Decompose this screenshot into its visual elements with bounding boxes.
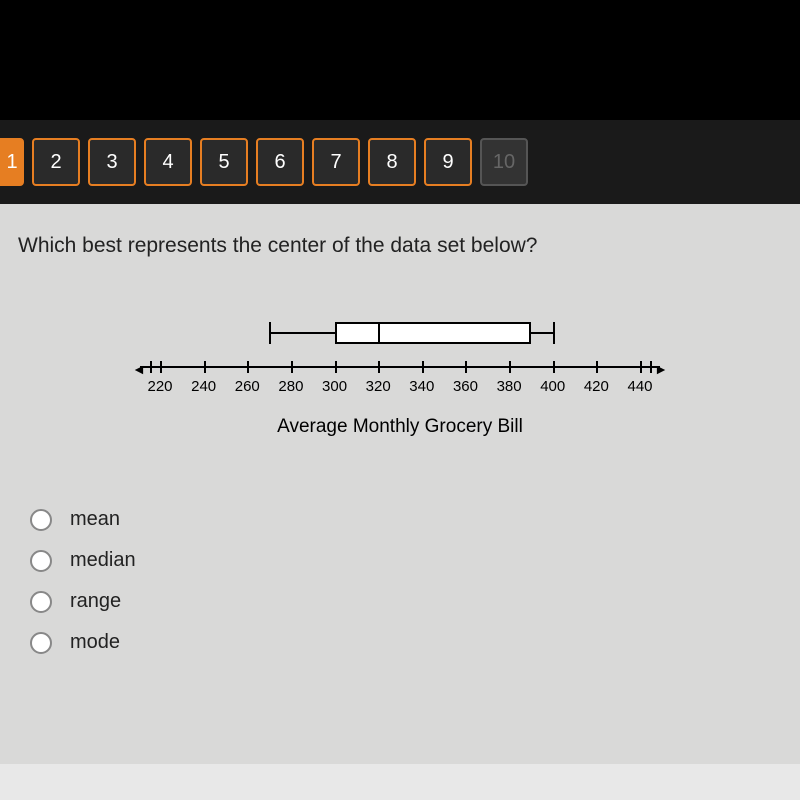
nav-item-7[interactable]: 7: [312, 138, 360, 186]
option-label: median: [70, 549, 136, 572]
nav-item-8[interactable]: 8: [368, 138, 416, 186]
chart-area: ◄ ► 220240260280300320340360380400420440…: [10, 308, 790, 438]
nav-item-1[interactable]: 1: [0, 138, 24, 186]
chart-title: Average Monthly Grocery Bill: [140, 416, 660, 438]
axis: ◄ ► 220240260280300320340360380400420440: [160, 366, 640, 406]
arrow-left-icon: ◄: [132, 361, 146, 377]
option-mode[interactable]: mode: [30, 631, 790, 654]
option-label: mode: [70, 631, 120, 654]
nav-item-5[interactable]: 5: [200, 138, 248, 186]
answer-options: mean median range mode: [10, 508, 790, 654]
option-label: mean: [70, 508, 120, 531]
nav-item-9[interactable]: 9: [424, 138, 472, 186]
nav-item-2[interactable]: 2: [32, 138, 80, 186]
boxplot: [160, 308, 640, 358]
content-area: Which best represents the center of the …: [0, 204, 800, 764]
option-median[interactable]: median: [30, 549, 790, 572]
question-nav: 1 2 3 4 5 6 7 8 9 10: [0, 120, 800, 204]
nav-item-6[interactable]: 6: [256, 138, 304, 186]
radio-icon: [30, 632, 52, 654]
nav-item-3[interactable]: 3: [88, 138, 136, 186]
radio-icon: [30, 509, 52, 531]
option-label: range: [70, 590, 121, 613]
option-mean[interactable]: mean: [30, 508, 790, 531]
nav-item-4[interactable]: 4: [144, 138, 192, 186]
top-black-bar: [0, 0, 800, 120]
radio-icon: [30, 550, 52, 572]
nav-item-10: 10: [480, 138, 528, 186]
option-range[interactable]: range: [30, 590, 790, 613]
arrow-right-icon: ►: [654, 361, 668, 377]
question-text: Which best represents the center of the …: [10, 234, 790, 258]
radio-icon: [30, 591, 52, 613]
